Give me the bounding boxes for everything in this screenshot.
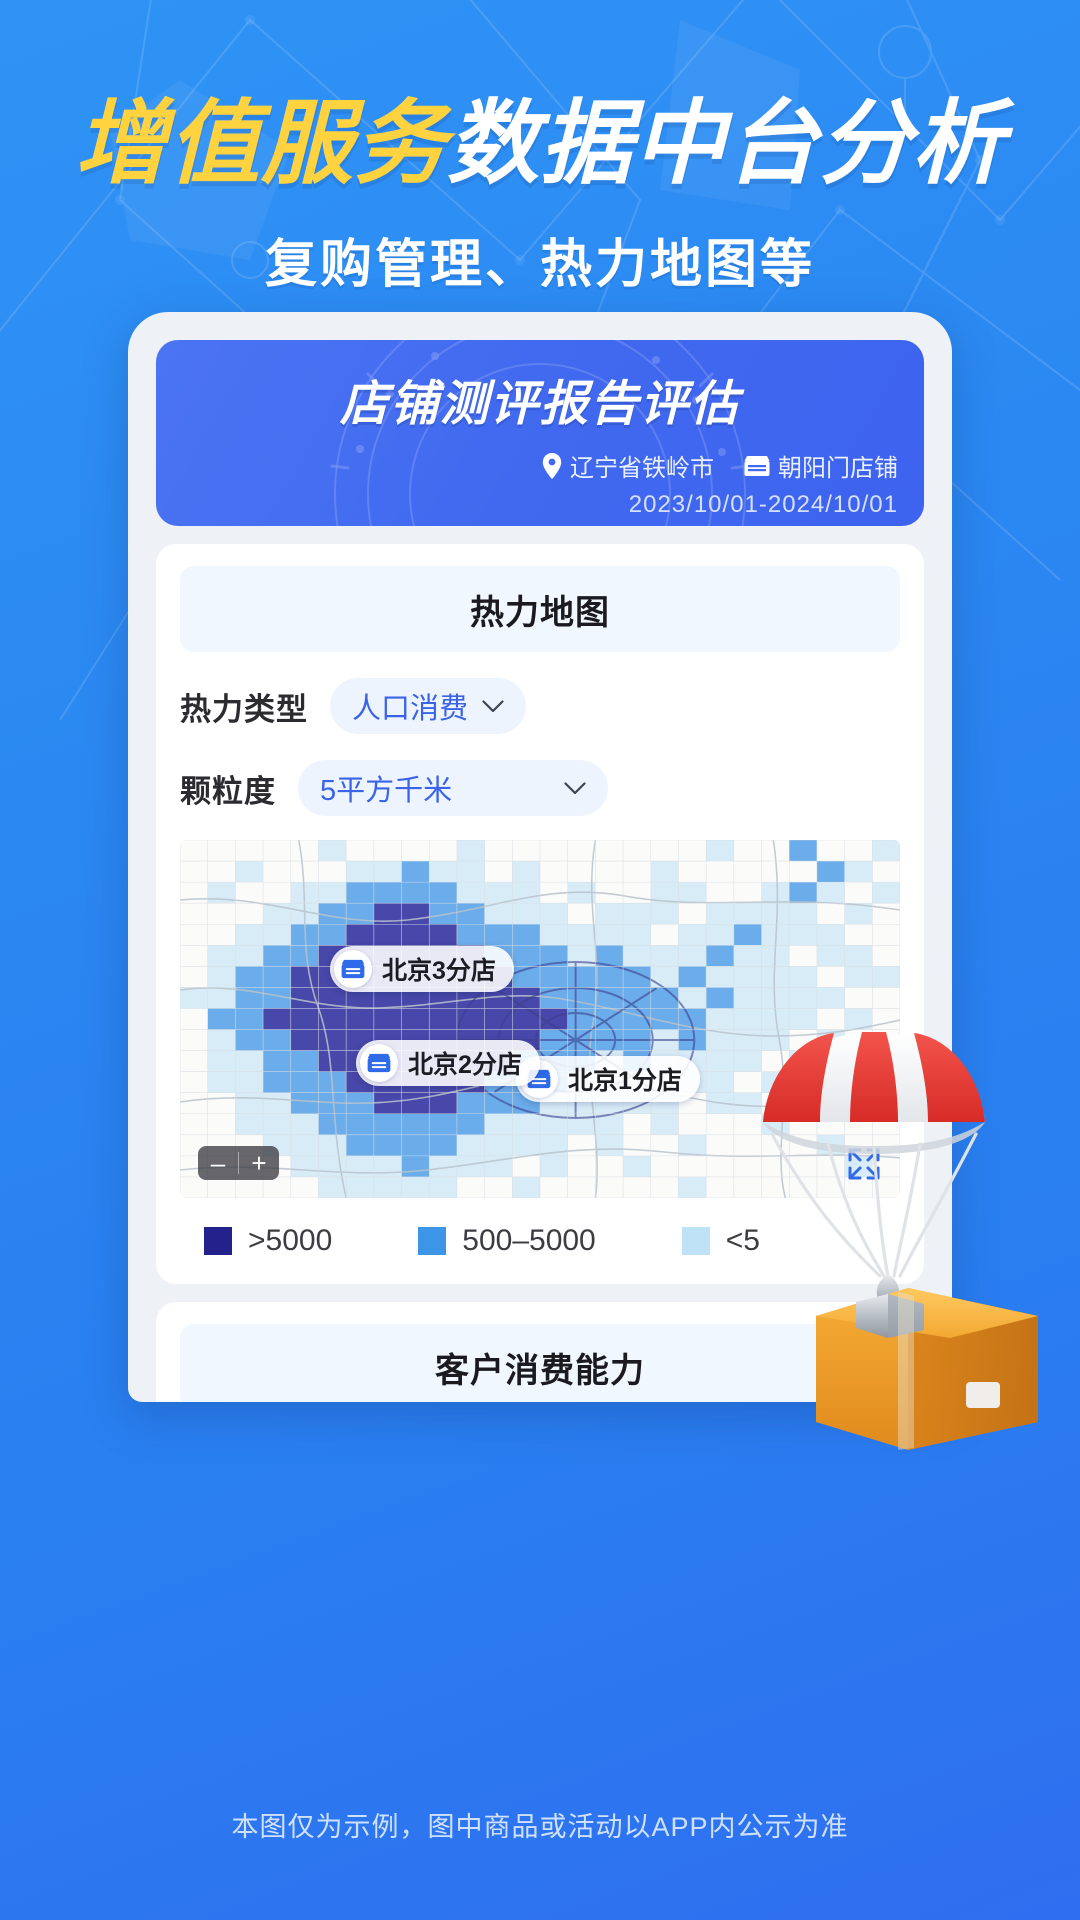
heatmap-map[interactable]: 北京3分店 北京1分店 北京2分店 – + [180,840,900,1198]
fullscreen-button[interactable] [846,1146,882,1182]
phone-mockup: 100 160 200 店铺测评报告评估 辽宁省铁岭市 [128,312,952,1402]
legend-item: >5000 [204,1224,332,1258]
report-store-label: 朝阳门店铺 [778,455,898,482]
map-marker[interactable]: 北京3分店 [330,946,514,992]
granularity-select[interactable]: 5平方千米 [298,760,608,816]
store-marker-icon [334,950,372,988]
legend-item: <5 [681,1224,760,1258]
page-title: 增值服务数据中台分析 [0,93,1080,195]
map-marker-label: 北京2分店 [408,1051,522,1079]
heat-type-select[interactable]: 人口消费 [330,678,527,734]
consumption-section-title: 客户消费能力 [180,1324,900,1402]
legend-item: 500–5000 [418,1224,596,1258]
store-marker-icon [360,1044,398,1082]
granularity-value: 5平方千米 [320,775,453,807]
map-marker[interactable]: 北京1分店 [516,1056,700,1102]
page-title-main: 数据中台分析 [447,93,1006,195]
hero-section: 增值服务数据中台分析 复购管理、热力地图等 [0,0,1080,297]
zoom-out-button[interactable]: – [198,1146,238,1180]
storefront-icon [744,455,770,476]
legend-swatch [418,1227,447,1255]
page-title-accent: 增值服务 [74,93,447,195]
heatmap-section-title: 热力地图 [180,566,900,652]
chevron-down-icon [564,781,586,794]
report-meta: 辽宁省铁岭市 朝阳门店铺 [182,448,898,483]
filter-row-heat-type: 热力类型 人口消费 [180,678,900,734]
legend-label: <5 [725,1224,760,1257]
heat-type-value: 人口消费 [352,693,469,725]
legend-swatch [681,1227,710,1255]
map-marker[interactable]: 北京2分店 [356,1040,540,1086]
map-marker-label: 北京1分店 [568,1067,682,1095]
heatmap-card: 热力地图 热力类型 人口消费 颗粒度 5平方千米 北京3分店 北京1分店 北京2… [156,544,924,1284]
heatmap-legend: >5000 500–5000 <5 [180,1224,900,1258]
report-store: 朝阳门店铺 [744,448,898,483]
report-date-range: 2023/10/01-2024/10/01 [628,491,898,518]
legend-label: >5000 [248,1224,333,1257]
report-banner: 100 160 200 店铺测评报告评估 辽宁省铁岭市 [156,340,924,526]
report-title: 店铺测评报告评估 [339,378,740,431]
fullscreen-expand-icon [848,1148,880,1180]
zoom-in-button[interactable]: + [239,1146,279,1180]
legend-swatch [204,1227,232,1255]
consumption-card: 客户消费能力 整体消费情况 [156,1302,924,1402]
filter-label-granularity: 颗粒度 [180,773,276,809]
footer-disclaimer: 本图仅为示例，图中商品或活动以APP内公示为准 [231,1812,849,1842]
report-location-label: 辽宁省铁岭市 [570,455,714,482]
chevron-down-icon [482,699,504,712]
location-pin-icon [542,452,562,479]
filter-label-heat-type: 热力类型 [180,691,308,727]
legend-label: 500–5000 [462,1224,596,1257]
map-marker-label: 北京3分店 [382,957,496,985]
page-subtitle: 复购管理、热力地图等 [264,235,815,294]
filter-row-granularity: 颗粒度 5平方千米 [180,760,900,816]
map-zoom-controls: – + [198,1146,279,1180]
heatmap-canvas [180,840,900,1198]
report-location: 辽宁省铁岭市 [542,448,714,483]
